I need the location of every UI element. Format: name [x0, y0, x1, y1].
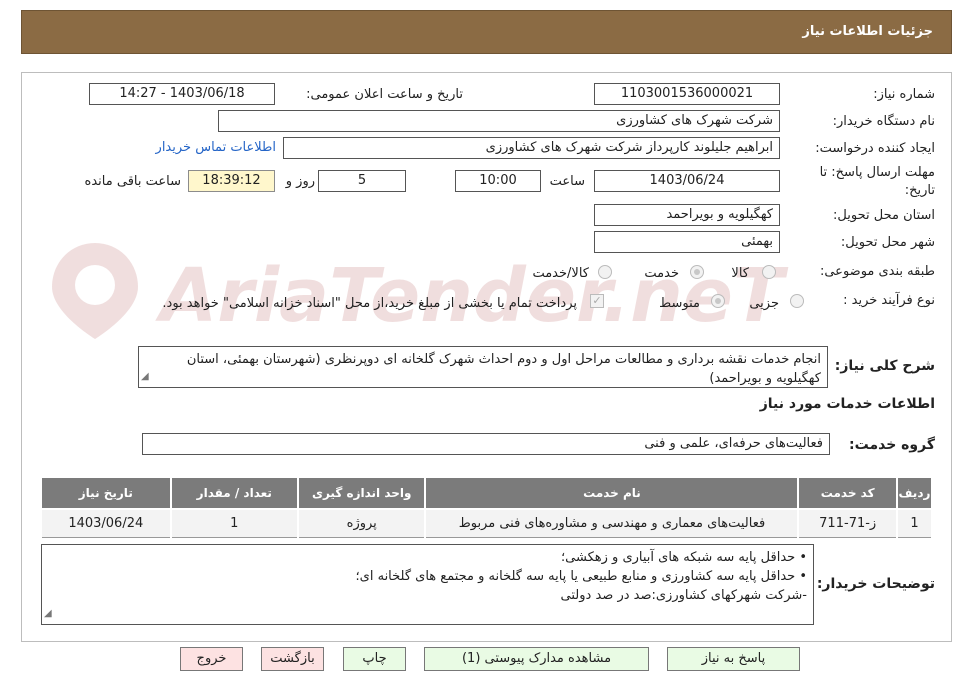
cell-unit: پروژه	[297, 508, 427, 538]
buyer-notes-line-2: • حداقل پایه سه کشاورزی و منابع طبیعی یا…	[355, 569, 807, 584]
cell-row-number: 1	[895, 508, 934, 538]
cell-service-code: ز-71-711	[797, 508, 898, 538]
process-radio-medium[interactable]	[711, 294, 725, 308]
buyer-notes-line-3: -شرکت شهرکهای کشاورزی:صد در صد دولتی	[560, 588, 807, 603]
days-label: روز و	[285, 174, 315, 189]
category-label: طبقه بندی موضوعی:	[819, 264, 935, 279]
col-row-number: ردیف	[895, 476, 934, 510]
province-field: کهگیلویه و بویراحمد	[594, 204, 780, 226]
announce-field: 1403/06/18 - 14:27	[89, 83, 275, 105]
deadline-time-label: ساعت	[549, 174, 585, 189]
process-option-minor: جزیی	[749, 296, 779, 311]
remaining-time-field: 18:39:12	[188, 170, 275, 192]
buyer-org-field: شرکت شهرک های کشاورزی	[218, 110, 780, 132]
category-option-goods-service: کالا/خدمت	[532, 266, 589, 281]
payment-note: پرداخت تمام یا بخشی از مبلغ خرید،از محل …	[162, 296, 577, 311]
need-number-label: شماره نیاز:	[873, 87, 935, 102]
back-button[interactable]: بازگشت	[261, 647, 324, 671]
page-header: جزئیات اطلاعات نیاز	[21, 10, 952, 54]
description-text: انجام خدمات نقشه برداری و مطالعات مراحل …	[186, 352, 821, 386]
payment-checkbox[interactable]: ✓	[590, 294, 604, 308]
buyer-contact-link[interactable]: اطلاعات تماس خریدار	[156, 140, 276, 155]
view-attachments-button[interactable]: مشاهده مدارک پیوستی (1)	[424, 647, 649, 671]
need-number-field: 1103001536000021	[594, 83, 780, 105]
category-radio-goods[interactable]	[762, 265, 776, 279]
page-title: جزئیات اطلاعات نیاز	[802, 24, 933, 39]
services-section-title: اطلاعات خدمات مورد نیاز	[759, 396, 935, 412]
col-quantity: تعداد / مقدار	[169, 476, 300, 510]
category-radio-goods-service[interactable]	[598, 265, 612, 279]
col-service-name: نام خدمت	[424, 476, 800, 510]
buyer-org-label: نام دستگاه خریدار:	[832, 114, 935, 129]
process-option-medium: متوسط	[659, 296, 700, 311]
buyer-notes-label: توضیحات خریدار:	[816, 576, 935, 592]
col-need-date: تاریخ نیاز	[40, 476, 172, 510]
buyer-notes-field: • حداقل پایه سه شبکه های آبیاری و زهکشی؛…	[41, 544, 814, 625]
city-label: شهر محل تحویل:	[840, 235, 935, 250]
remaining-days-field: 5	[318, 170, 406, 192]
city-field: بهمئی	[594, 231, 780, 253]
category-radio-service[interactable]	[690, 265, 704, 279]
buyer-notes-line-1: • حداقل پایه سه شبکه های آبیاری و زهکشی؛	[561, 550, 807, 565]
respond-button[interactable]: پاسخ به نیاز	[667, 647, 800, 671]
announce-label: تاریخ و ساعت اعلان عمومی:	[306, 87, 463, 102]
deadline-label: مهلت ارسال پاسخ: تا	[819, 165, 935, 180]
col-unit: واحد اندازه گیری	[297, 476, 427, 510]
exit-button[interactable]: خروج	[180, 647, 243, 671]
table-row: 1 ز-71-711 فعالیت‌های معماری و مهندسی و …	[40, 508, 934, 538]
description-label: شرح کلی نیاز:	[834, 358, 935, 374]
process-label: نوع فرآیند خرید :	[843, 293, 935, 308]
process-radio-minor[interactable]	[790, 294, 804, 308]
services-table-header: ردیف کد خدمت نام خدمت واحد اندازه گیری ت…	[40, 476, 934, 510]
creator-label: ایجاد کننده درخواست:	[815, 141, 935, 156]
resize-grip-icon[interactable]: ◢	[44, 604, 52, 623]
remaining-label: ساعت باقی مانده	[84, 174, 181, 189]
cell-quantity: 1	[169, 508, 300, 538]
description-field: انجام خدمات نقشه برداری و مطالعات مراحل …	[138, 346, 828, 388]
col-service-code: کد خدمت	[797, 476, 898, 510]
province-label: استان محل تحویل:	[833, 208, 935, 223]
service-group-label: گروه خدمت:	[849, 437, 935, 453]
service-group-field: فعالیت‌های حرفه‌ای، علمی و فنی	[142, 433, 830, 455]
deadline-date-field: 1403/06/24	[594, 170, 780, 192]
creator-field: ابراهیم جلیلوند کارپرداز شرکت شهرک های ک…	[283, 137, 780, 159]
category-option-goods: کالا	[731, 266, 749, 281]
cell-service-name: فعالیت‌های معماری و مهندسی و مشاوره‌های …	[424, 508, 800, 538]
resize-grip-icon[interactable]: ◢	[141, 367, 149, 386]
cell-need-date: 1403/06/24	[40, 508, 172, 538]
deadline-time-field: 10:00	[455, 170, 541, 192]
deadline-label-date: تاریخ:	[904, 183, 935, 198]
category-option-service: خدمت	[644, 266, 679, 281]
services-table: ردیف کد خدمت نام خدمت واحد اندازه گیری ت…	[40, 476, 934, 538]
print-button[interactable]: چاپ	[343, 647, 406, 671]
